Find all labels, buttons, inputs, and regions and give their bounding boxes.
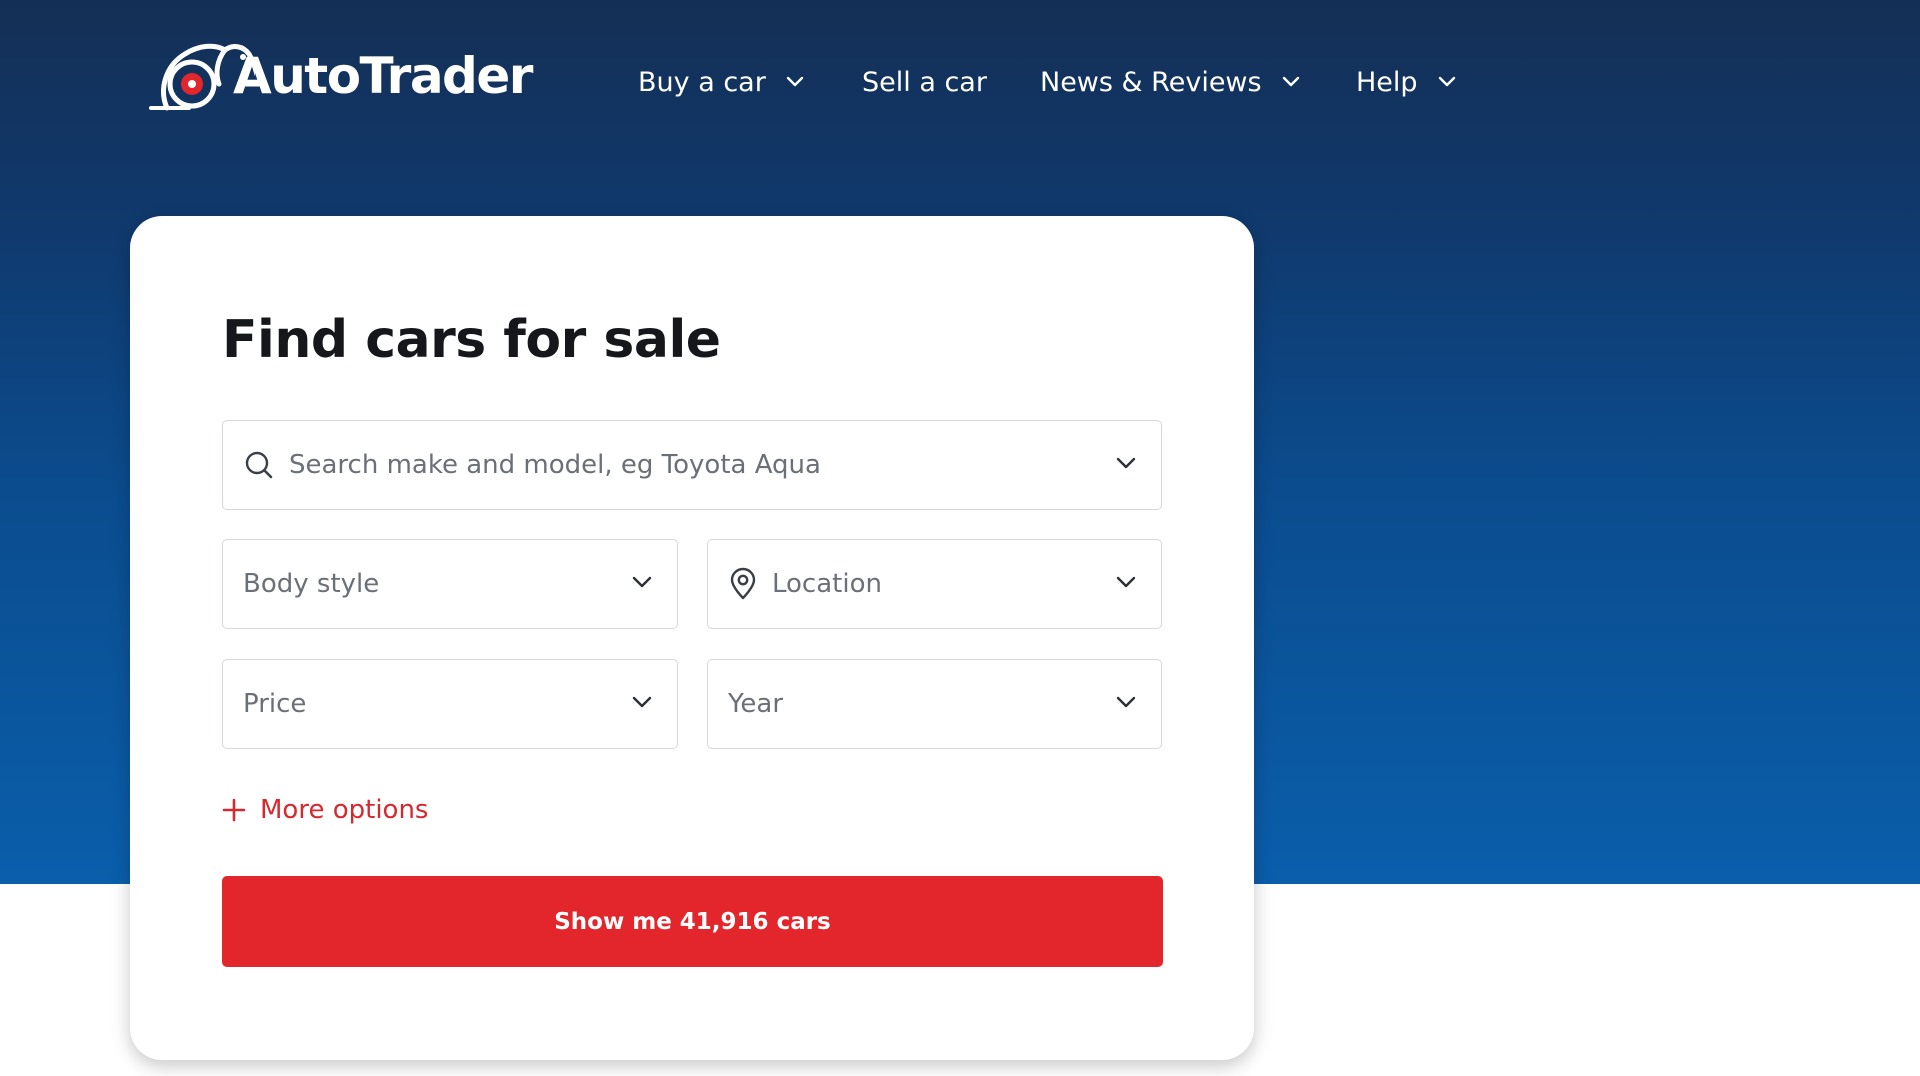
- nav-label: Buy a car: [638, 66, 766, 98]
- logo-wordmark: AutoTrader: [233, 47, 533, 105]
- nav-help[interactable]: Help: [1356, 60, 1456, 104]
- chevron-down-icon: [1115, 695, 1137, 709]
- show-cars-button[interactable]: Show me 41,916 cars: [222, 876, 1163, 967]
- chevron-down-icon: [1438, 76, 1456, 88]
- body-style-select[interactable]: Body style: [222, 539, 678, 629]
- chevron-down-icon: [1282, 76, 1300, 88]
- price-placeholder: Price: [243, 689, 307, 719]
- chevron-down-icon: [1115, 575, 1137, 589]
- nav-label: Sell a car: [862, 66, 987, 98]
- location-placeholder: Location: [772, 569, 882, 599]
- make-model-placeholder: Search make and model, eg Toyota Aqua: [289, 450, 821, 480]
- plus-icon: [222, 798, 246, 822]
- chevron-down-icon: [631, 575, 653, 589]
- year-placeholder: Year: [728, 689, 784, 719]
- search-card: Find cars for sale Search make and model…: [130, 216, 1254, 1060]
- chevron-down-icon: [1115, 456, 1137, 470]
- autotrader-logo[interactable]: AutoTrader: [145, 24, 533, 114]
- make-model-search-field[interactable]: Search make and model, eg Toyota Aqua: [222, 420, 1162, 510]
- show-cars-label: Show me 41,916 cars: [554, 908, 831, 935]
- nav-news-reviews[interactable]: News & Reviews: [1040, 60, 1300, 104]
- map-pin-icon: [728, 567, 758, 601]
- search-icon: [243, 449, 275, 481]
- nav-label: Help: [1356, 66, 1418, 98]
- page-title: Find cars for sale: [222, 310, 721, 370]
- kiwi-wheel-logo-icon: [145, 24, 255, 114]
- price-select[interactable]: Price: [222, 659, 678, 749]
- nav-label: News & Reviews: [1040, 66, 1262, 98]
- chevron-down-icon: [786, 76, 804, 88]
- more-options-label: More options: [260, 795, 429, 825]
- page: AutoTrader Buy a car Sell a car News & R…: [0, 0, 1920, 1076]
- more-options-link[interactable]: More options: [222, 790, 428, 830]
- nav-sell-a-car[interactable]: Sell a car: [862, 60, 987, 104]
- nav-buy-a-car[interactable]: Buy a car: [638, 60, 804, 104]
- site-header: AutoTrader Buy a car Sell a car News & R…: [0, 0, 1920, 170]
- body-style-placeholder: Body style: [243, 569, 380, 599]
- chevron-down-icon: [631, 695, 653, 709]
- year-select[interactable]: Year: [707, 659, 1162, 749]
- location-select[interactable]: Location: [707, 539, 1162, 629]
